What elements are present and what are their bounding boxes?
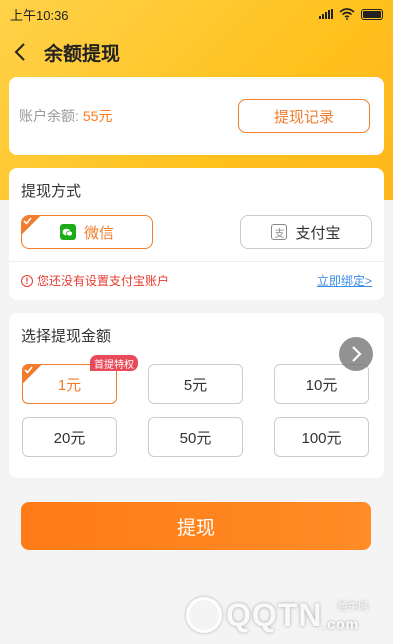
watermark-suffix: .com: [322, 616, 360, 632]
signal-icon: [319, 9, 333, 19]
amount-label: 5元: [183, 376, 208, 394]
amount-option[interactable]: 20元: [22, 417, 117, 457]
wechat-icon: [59, 224, 76, 240]
alipay-icon: 支: [271, 224, 288, 240]
withdraw-history-button[interactable]: 提现记录: [238, 99, 370, 133]
balance-value: 55元: [82, 108, 113, 124]
amount-option[interactable]: 100元: [274, 417, 369, 457]
withdraw-method-card: 提现方式 微信 支 支付宝 ! 您还没有设置支付宝账户 立即绑定>: [9, 168, 384, 300]
first-withdraw-badge: 首提特权: [90, 355, 138, 371]
status-time: 上午10:36: [10, 7, 69, 23]
balance-label: 账户余额:: [19, 108, 79, 124]
amount-card: 选择提现金额 1元 首提特权 5元 10元 20元 50元 100元: [9, 313, 384, 478]
withdraw-submit-button[interactable]: 提现: [21, 502, 371, 550]
method-label-wechat: 微信: [83, 224, 114, 242]
amount-label: 10元: [305, 376, 338, 394]
amount-label: 50元: [179, 429, 212, 447]
page-title: 余额提现: [44, 43, 121, 65]
alipay-notice: 您还没有设置支付宝账户: [37, 274, 170, 288]
watermark-text: QQTN: [226, 596, 323, 633]
amount-option[interactable]: 5元: [148, 364, 243, 404]
amount-section-title: 选择提现金额: [21, 328, 112, 345]
selected-check-icon: [23, 365, 41, 383]
warning-icon: !: [21, 274, 33, 287]
wifi-icon: [339, 8, 355, 20]
status-bar: 上午10:36: [0, 0, 393, 28]
chevron-right-icon: [352, 346, 362, 362]
bind-now-link[interactable]: 立即绑定>: [317, 272, 372, 289]
method-option-alipay[interactable]: 支 支付宝: [240, 215, 372, 249]
balance-card: 账户余额: 55元 提现记录: [9, 77, 384, 155]
next-arrow-button[interactable]: [339, 337, 373, 371]
back-icon[interactable]: [0, 30, 40, 74]
amount-option[interactable]: 50元: [148, 417, 243, 457]
amount-label: 100元: [301, 429, 342, 447]
watermark-logo-icon: [186, 597, 222, 633]
nav-bar: 余额提现: [0, 30, 393, 74]
amount-label: 20元: [53, 429, 86, 447]
method-option-wechat[interactable]: 微信: [21, 215, 153, 249]
method-section-title: 提现方式: [21, 183, 82, 200]
watermark-site-name: 腾牛网: [338, 602, 368, 613]
amount-option[interactable]: 1元 首提特权: [22, 355, 138, 404]
selected-check-icon: [22, 216, 40, 234]
method-label-alipay: 支付宝: [295, 224, 341, 242]
amount-grid: 1元 首提特权 5元 10元 20元 50元 100元: [21, 355, 372, 457]
amount-label: 1元: [57, 376, 82, 394]
battery-icon: [361, 8, 383, 20]
